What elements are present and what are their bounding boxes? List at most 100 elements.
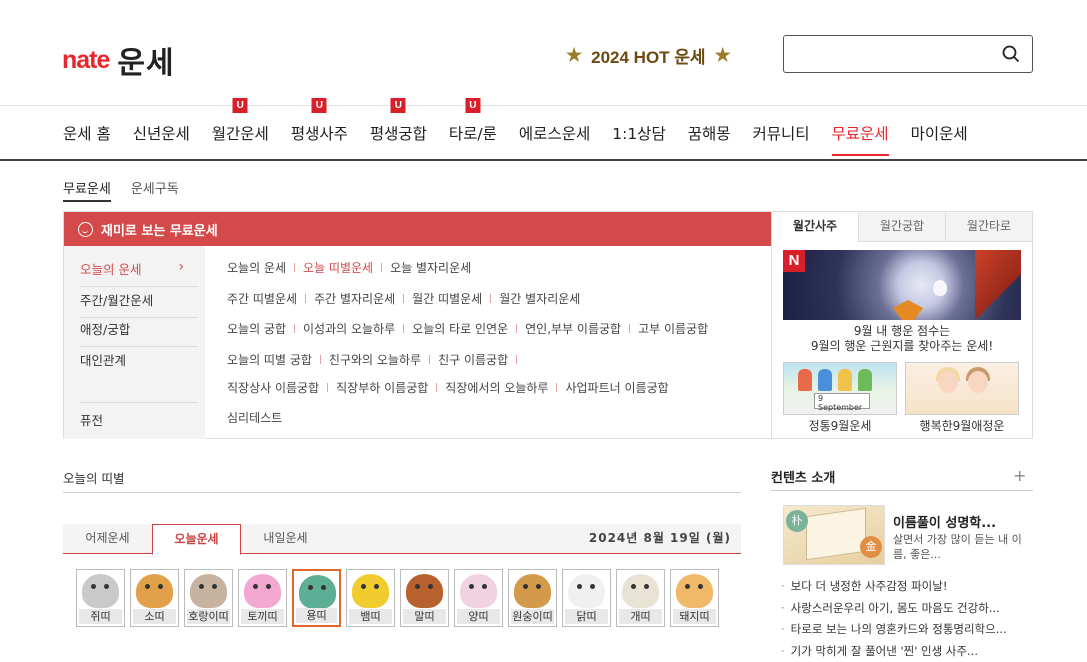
thumb2-caption[interactable]: 행복한9월애정운	[905, 417, 1019, 434]
book-thumbnail[interactable]: 朴 金	[783, 505, 885, 565]
feature-title[interactable]: 이름풀이 성명학...	[893, 512, 996, 531]
nav-item-label: 커뮤니티	[752, 125, 810, 143]
thumb1-caption[interactable]: 정통9월운세	[783, 417, 897, 434]
banner-caption-2[interactable]: 9월의 행운 근원지를 찾아주는 운세!	[772, 337, 1032, 354]
nav-item[interactable]: 꿈해몽	[688, 112, 731, 156]
category-label: 퓨전	[80, 413, 104, 428]
fortune-link[interactable]: 직장에서의 오늘하루	[445, 381, 548, 395]
fortune-link[interactable]: 주간 별자리운세	[314, 292, 395, 306]
tab-today[interactable]: 오늘운세	[152, 524, 241, 555]
fortune-link[interactable]: 직장상사 이름궁합	[227, 381, 319, 395]
subnav-free-fortune[interactable]: 무료운세	[63, 178, 111, 202]
animal-icon	[514, 574, 551, 608]
category-love[interactable]: 애정/궁합	[80, 319, 198, 347]
fortune-link[interactable]: 오늘의 궁합	[227, 322, 286, 336]
fortune-link[interactable]: 심리테스트	[227, 411, 282, 425]
fortune-link[interactable]: 오늘 띠별운세	[303, 261, 373, 275]
zodiac-animal-button[interactable]: 양띠	[454, 569, 503, 627]
fortune-link[interactable]: 월간 띠별운세	[412, 292, 482, 306]
tab-yesterday[interactable]: 어제운세	[63, 524, 152, 554]
fortune-link[interactable]: 주간 띠별운세	[227, 292, 297, 306]
zodiac-animal-button[interactable]: 돼지띠	[670, 569, 719, 627]
september-fortune-thumbnail[interactable]: 9 September	[783, 362, 897, 415]
contents-list-item[interactable]: 사랑스러운우리 아기, 몸도 마음도 건강하...	[781, 600, 1031, 622]
fortune-link[interactable]: 오늘의 띠별 궁합	[227, 353, 312, 367]
contents-list-item[interactable]: 타로로 보는 나의 영혼카드와 정통명리학으...	[781, 621, 1031, 643]
today-date: 2024년 8월 19일 (월)	[588, 531, 731, 545]
fortune-link[interactable]: 사업파트너 이름궁합	[565, 381, 668, 395]
fortune-link[interactable]: 월간 별자리운세	[499, 292, 580, 306]
animal-icon	[352, 574, 389, 608]
nav-item[interactable]: 운세 홈	[63, 112, 111, 156]
contents-list-item[interactable]: 보다 더 냉정한 사주감정 파이날!	[781, 578, 1031, 600]
animal-icon	[190, 574, 227, 608]
animal-name: 닭띠	[565, 609, 608, 624]
search-icon[interactable]	[1002, 45, 1020, 63]
tab-monthly-saju[interactable]: 월간사주	[772, 212, 858, 242]
link-separator	[381, 263, 383, 272]
zodiac-animal-button[interactable]: 원숭이띠	[508, 569, 557, 627]
tab-monthly-gunghap[interactable]: 월간궁합	[858, 212, 945, 242]
nav-item[interactable]: 월간운세 U	[212, 98, 269, 156]
link-separator	[556, 383, 558, 392]
nav-item-label: 타로/룬	[448, 125, 497, 143]
tab-tomorrow[interactable]: 내일운세	[241, 524, 330, 554]
site-logo[interactable]: nate 운세	[62, 38, 175, 82]
zodiac-animal-button[interactable]: 용띠	[292, 569, 341, 627]
feature-description: 살면서 가장 많이 듣는 내 이름, 좋은...	[893, 533, 1022, 561]
nav-item-label: 평생궁합	[369, 125, 427, 143]
nav-item[interactable]: 신년운세	[133, 112, 190, 156]
zodiac-animal-button[interactable]: 쥐띠	[76, 569, 125, 627]
nav-item[interactable]: 타로/룬 U	[448, 98, 497, 156]
category-weekly-monthly[interactable]: 주간/월간운세	[80, 290, 198, 318]
fortune-link[interactable]: 친구와의 오늘하루	[329, 353, 421, 367]
moon-banner-image[interactable]: N	[783, 250, 1021, 320]
animal-name: 말띠	[403, 609, 446, 624]
fortune-link[interactable]: 친구 이름궁합	[438, 353, 508, 367]
fortune-link[interactable]: 고부 이름궁합	[638, 322, 708, 336]
nav-item-label: 1:1상담	[612, 125, 666, 143]
zodiac-animal-button[interactable]: 토끼띠	[238, 569, 287, 627]
category-today[interactable]: 오늘의 운세 ›	[80, 259, 198, 287]
hot-fortune-link[interactable]: ★ 2024 HOT 운세 ★	[566, 43, 731, 68]
nav-item[interactable]: 커뮤니티	[752, 112, 809, 156]
fortune-link[interactable]: 연인,부부 이름궁합	[525, 322, 621, 336]
zodiac-animal-button[interactable]: 개띠	[616, 569, 665, 627]
nav-item[interactable]: 에로스운세	[519, 112, 590, 156]
fortune-link[interactable]: 오늘 별자리운세	[390, 261, 471, 275]
category-fusion[interactable]: 퓨전	[80, 410, 198, 429]
tab-monthly-tarot[interactable]: 월간타로	[945, 212, 1032, 242]
zodiac-animal-button[interactable]: 뱀띠	[346, 569, 395, 627]
fortune-link[interactable]: 이성과의 오늘하루	[303, 322, 395, 336]
category-relations[interactable]: 대인관계	[80, 350, 198, 403]
search-input[interactable]	[794, 36, 994, 72]
more-plus-icon[interactable]: +	[1013, 466, 1026, 485]
zodiac-animal-button[interactable]: 닭띠	[562, 569, 611, 627]
animal-icon	[136, 574, 173, 608]
animal-icon	[460, 574, 497, 608]
fortune-link[interactable]: 직장부하 이름궁합	[336, 381, 428, 395]
animal-name: 돼지띠	[673, 609, 716, 624]
link-separator	[305, 294, 307, 303]
nav-item[interactable]: 평생사주 U	[291, 98, 348, 156]
link-separator	[629, 324, 631, 333]
contents-list-item[interactable]: 기가 막히게 잘 풀어낸 '찐' 인생 사주...	[781, 643, 1031, 662]
logo-service: 운세	[117, 46, 175, 81]
september-love-thumbnail[interactable]	[905, 362, 1019, 415]
gnb-bottom-divider	[0, 159, 1087, 161]
subnav-subscription[interactable]: 운세구독	[131, 178, 179, 202]
nav-item[interactable]: 평생궁합 U	[369, 98, 427, 156]
category-sidebar: 오늘의 운세 › 주간/월간운세 애정/궁합 대인관계 퓨전	[64, 246, 205, 439]
nav-item-label: 마이운세	[910, 125, 968, 143]
animal-name: 원숭이띠	[511, 609, 554, 624]
zodiac-animal-button[interactable]: 호랑이띠	[184, 569, 233, 627]
fortune-link[interactable]: 오늘의 운세	[227, 261, 286, 275]
fortune-link[interactable]: 오늘의 타로 인연운	[412, 322, 508, 336]
zodiac-animal-button[interactable]: 소띠	[130, 569, 179, 627]
nav-item[interactable]: 마이운세	[911, 112, 968, 156]
nav-item[interactable]: 1:1상담	[612, 112, 665, 156]
hot-fortune-label: 2024 HOT 운세	[591, 48, 706, 67]
zodiac-animal-button[interactable]: 말띠	[400, 569, 449, 627]
nav-item[interactable]: 무료운세	[831, 112, 889, 156]
nav-item-label: 에로스운세	[518, 125, 591, 143]
